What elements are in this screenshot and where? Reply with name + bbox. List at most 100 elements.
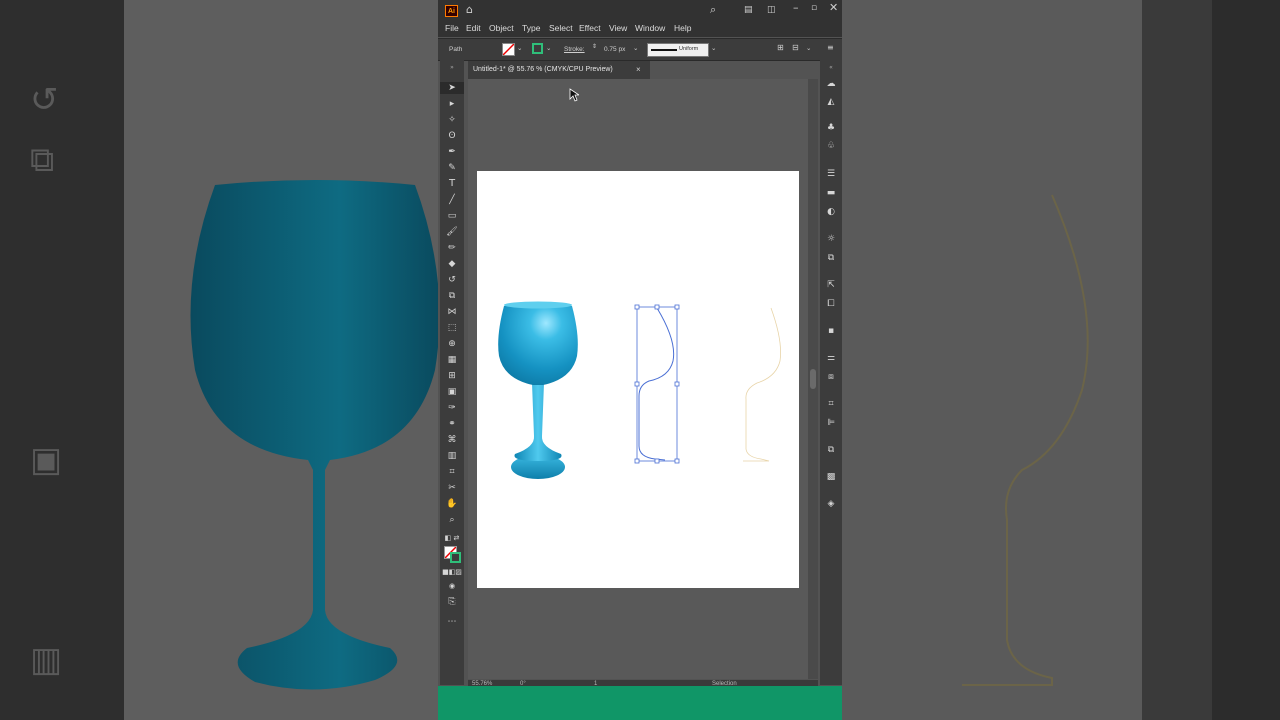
search-icon[interactable]: ⌕ bbox=[710, 4, 716, 16]
color-mode-icons[interactable]: ■◧▨ bbox=[440, 566, 464, 578]
free-transform-tool-icon[interactable]: ⬚ bbox=[440, 322, 464, 334]
layers-panel-icon[interactable]: ◈ bbox=[820, 498, 842, 510]
blend-tool-icon[interactable]: ⚭ bbox=[440, 418, 464, 430]
drawing-mode-icon[interactable]: ◉ bbox=[440, 580, 464, 592]
pen-tool-icon[interactable]: ✒ bbox=[440, 146, 464, 158]
direct-selection-tool-icon[interactable]: ▸ bbox=[440, 98, 464, 110]
document-tab[interactable]: Untitled-1* @ 55.76 % (CMYK/CPU Preview)… bbox=[468, 61, 650, 79]
edit-toolbar-icon[interactable]: ⋯ bbox=[440, 616, 464, 628]
hand-tool-icon[interactable]: ✋ bbox=[440, 498, 464, 510]
properties-sliders-icon[interactable]: ⚌ bbox=[820, 352, 842, 364]
stroke-label[interactable]: Stroke: bbox=[564, 46, 585, 53]
background-left-blur: ↺ ⧉ ▣ ▥ bbox=[0, 0, 438, 720]
align-panel-icon[interactable]: ⊫ bbox=[820, 417, 842, 429]
menu-view[interactable]: View bbox=[609, 23, 627, 33]
type-tool-icon[interactable]: T bbox=[440, 178, 464, 190]
zoom-tool-icon[interactable]: ⌕ bbox=[440, 514, 464, 526]
menu-window[interactable]: Window bbox=[635, 23, 665, 33]
stroke-profile-label: Uniform bbox=[679, 46, 699, 52]
eraser-tool-icon[interactable]: ◆ bbox=[440, 258, 464, 270]
fill-none-swatch[interactable] bbox=[502, 43, 515, 56]
transform-chevron-icon[interactable]: ⌄ bbox=[806, 44, 811, 52]
artboards-panel-icon[interactable]: ⧠ bbox=[820, 298, 842, 310]
comments-panel-icon[interactable]: ▪ bbox=[820, 325, 842, 337]
selection-tool-icon[interactable]: ➤ bbox=[440, 82, 464, 94]
stroke-profile-dropdown[interactable]: Uniform bbox=[647, 43, 709, 57]
revolved-wine-glass[interactable] bbox=[498, 301, 578, 480]
menu-select[interactable]: Select bbox=[549, 23, 573, 33]
image-trace-panel-icon[interactable]: ▩ bbox=[820, 471, 842, 483]
mesh-tool-icon[interactable]: ⊞ bbox=[440, 370, 464, 382]
maximize-icon[interactable]: ▫ bbox=[811, 2, 817, 14]
appearance-panel-icon[interactable]: ☼ bbox=[820, 233, 842, 245]
menu-edit[interactable]: Edit bbox=[466, 23, 481, 33]
symbols-panel-icon[interactable]: ♧ bbox=[820, 140, 842, 152]
lasso-tool-icon[interactable]: ʘ bbox=[440, 130, 464, 142]
stroke-color-swatch[interactable] bbox=[532, 43, 543, 54]
symbol-sprayer-tool-icon[interactable]: ⌘ bbox=[440, 434, 464, 446]
arrange-documents-icon[interactable]: ▤ bbox=[744, 4, 753, 16]
rectangle-tool-icon[interactable]: ▭ bbox=[440, 210, 464, 222]
stroke-color-box[interactable] bbox=[450, 552, 461, 563]
document-tab-close-icon[interactable]: × bbox=[636, 65, 641, 74]
mouse-cursor-icon bbox=[569, 88, 579, 102]
menu-bar: File Edit Object Type Select Effect View… bbox=[438, 20, 842, 37]
minimize-icon[interactable]: – bbox=[793, 2, 799, 14]
menu-object[interactable]: Object bbox=[489, 23, 514, 33]
eyedropper-tool-icon[interactable]: ✑ bbox=[440, 402, 464, 414]
control-panel-menu-icon[interactable]: ≡ bbox=[827, 43, 834, 52]
paintbrush-tool-icon[interactable]: 🖌 bbox=[440, 226, 464, 238]
line-segment-tool-icon[interactable]: ╱ bbox=[440, 194, 464, 206]
close-icon[interactable]: ✕ bbox=[829, 2, 838, 14]
pencil-tool-icon[interactable]: ✏ bbox=[440, 242, 464, 254]
gradient-panel-icon[interactable]: ▬ bbox=[820, 187, 842, 199]
column-graph-tool-icon[interactable]: ▥ bbox=[440, 450, 464, 462]
menu-effect[interactable]: Effect bbox=[579, 23, 601, 33]
slice-tool-icon[interactable]: ✂ bbox=[440, 482, 464, 494]
libraries-panel-icon[interactable]: ☁ bbox=[820, 78, 842, 90]
properties-panel-icon[interactable]: ◭ bbox=[820, 96, 842, 108]
stroke-dropdown-chevron-icon[interactable]: ⌄ bbox=[546, 44, 551, 52]
menu-type[interactable]: Type bbox=[522, 23, 540, 33]
artboard-tool-icon[interactable]: ⌗ bbox=[440, 466, 464, 478]
gradient-tool-icon[interactable]: ▣ bbox=[440, 386, 464, 398]
vertical-scrollbar-thumb[interactable] bbox=[810, 369, 816, 389]
transform-panel-icon[interactable]: ⌗ bbox=[820, 398, 842, 410]
menu-help[interactable]: Help bbox=[674, 23, 691, 33]
selected-profile-path[interactable] bbox=[634, 304, 680, 464]
stroke-panel-icon[interactable]: ☰ bbox=[820, 168, 842, 180]
scale-tool-icon[interactable]: ⧉ bbox=[440, 290, 464, 302]
workspace-switcher-icon[interactable]: ◫ bbox=[767, 4, 776, 16]
stroke-weight-field[interactable]: 0.75 px bbox=[604, 46, 625, 53]
background-wine-glass bbox=[190, 180, 438, 690]
brushes-panel-icon[interactable]: ♣ bbox=[820, 122, 842, 134]
perspective-grid-tool-icon[interactable]: ▦ bbox=[440, 354, 464, 366]
fill-dropdown-chevron-icon[interactable]: ⌄ bbox=[517, 44, 522, 52]
graphic-styles-panel-icon[interactable]: ⧉ bbox=[820, 252, 842, 264]
stroke-weight-chevron-icon[interactable]: ⌄ bbox=[633, 44, 638, 52]
background-gradient-icon: ▣ bbox=[30, 440, 63, 480]
magic-wand-tool-icon[interactable]: ✧ bbox=[440, 114, 464, 126]
menu-file[interactable]: File bbox=[445, 23, 459, 33]
artboard[interactable] bbox=[477, 171, 799, 588]
stroke-stepper-icon[interactable]: ⇕ bbox=[592, 43, 597, 50]
asset-export-panel-icon[interactable]: ⧈ bbox=[820, 371, 842, 383]
screen-mode-icon[interactable]: ⎘ bbox=[440, 596, 464, 608]
rotate-tool-icon[interactable]: ↺ bbox=[440, 274, 464, 286]
profile-chevron-icon[interactable]: ⌄ bbox=[711, 44, 716, 52]
shape-builder-tool-icon[interactable]: ⊕ bbox=[440, 338, 464, 350]
home-icon[interactable]: ⌂ bbox=[466, 4, 473, 16]
vertical-scrollbar[interactable] bbox=[808, 79, 818, 679]
width-tool-icon[interactable]: ⋈ bbox=[440, 306, 464, 318]
selection-type-label: Path bbox=[449, 46, 463, 53]
transparency-panel-icon[interactable]: ◐ bbox=[820, 206, 842, 218]
video-overlay-bar bbox=[438, 686, 842, 720]
align-icon[interactable]: ⊞ bbox=[777, 43, 784, 52]
panel-collapse-icon[interactable]: « bbox=[820, 62, 842, 74]
tools-collapse-icon[interactable]: » bbox=[440, 62, 464, 74]
export-panel-icon[interactable]: ⇱ bbox=[820, 279, 842, 291]
curvature-tool-icon[interactable]: ✎ bbox=[440, 162, 464, 174]
default-fill-stroke-icon[interactable]: ◧ ⇄ bbox=[440, 532, 464, 544]
pathfinder-panel-icon[interactable]: ⧉ bbox=[820, 444, 842, 456]
transform-icon[interactable]: ⊟ bbox=[792, 43, 799, 52]
